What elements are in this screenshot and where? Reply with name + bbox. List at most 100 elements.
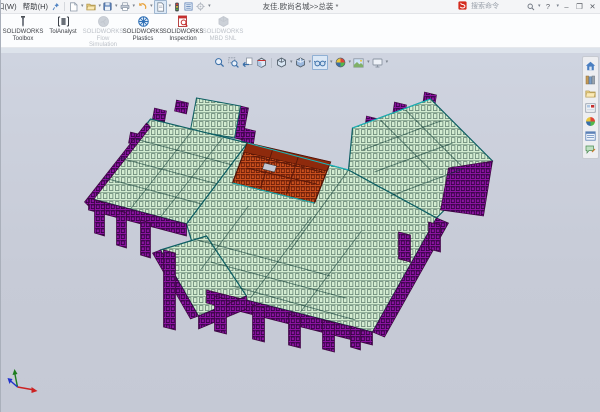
file-properties-button[interactable] xyxy=(183,1,194,13)
solidworks-window: 口(W) 帮助(H) ▾ ▾ ▾ ▾ ▾ ▾ xyxy=(0,0,600,412)
apply-scene-caret[interactable]: ▾ xyxy=(367,60,370,65)
model-3d-view[interactable] xyxy=(1,53,600,412)
titlebar-separator xyxy=(64,2,65,11)
command-manager: SOLIDWORKS Toolbox TolAnalyst SOLIDWORKS… xyxy=(1,13,600,48)
help-dropdown-caret[interactable]: ▾ xyxy=(556,4,559,9)
titlebar-right-controls: ▾ ? ▾ – ❐ ✕ xyxy=(458,1,600,12)
properties-window-icon xyxy=(585,131,596,141)
save-dropdown-caret[interactable]: ▾ xyxy=(115,4,118,9)
options-gear-button[interactable] xyxy=(195,1,206,13)
task-pane-toolbar xyxy=(582,56,599,159)
mbd-snl-icon xyxy=(217,15,230,28)
cm-label-line2: MBD SNL xyxy=(210,36,237,43)
tolanalyst-icon xyxy=(57,15,70,28)
previous-view-icon xyxy=(242,57,253,68)
apply-scene-button[interactable] xyxy=(352,56,365,69)
flow-simulation-icon xyxy=(97,15,110,28)
cm-button-flow-simulation: SOLIDWORKS Flow Simulation xyxy=(83,13,123,47)
previous-view-button[interactable] xyxy=(241,56,254,69)
print-button[interactable] xyxy=(119,1,131,13)
cm-label-line2: Flow Simulation xyxy=(83,36,123,49)
help-button[interactable]: ? xyxy=(542,2,553,11)
command-search-input[interactable] xyxy=(469,2,525,11)
search-dropdown-caret[interactable]: ▾ xyxy=(538,4,541,9)
home-icon xyxy=(585,61,596,71)
search-icon[interactable] xyxy=(527,3,535,11)
edit-appearance-icon xyxy=(335,57,346,68)
heads-up-view-toolbar: ▾ ▾ ▾ ▾ ▾ ▾ xyxy=(213,55,388,70)
command-manager-tab-strip xyxy=(1,48,600,53)
close-button[interactable]: ✕ xyxy=(587,2,598,11)
cm-label-line2: Toolbox xyxy=(13,36,34,43)
title-bar: 口(W) 帮助(H) ▾ ▾ ▾ ▾ ▾ ▾ xyxy=(1,0,600,14)
toolbox-icon xyxy=(17,15,29,28)
zoom-to-fit-icon xyxy=(214,57,225,68)
view-palette-button[interactable] xyxy=(585,102,597,113)
books-icon xyxy=(585,75,596,85)
save-button[interactable] xyxy=(102,1,113,13)
new-dropdown-caret[interactable]: ▾ xyxy=(81,4,84,9)
cm-button-mbd-snl: SOLIDWORKS MBD SNL xyxy=(203,13,243,47)
display-style-icon xyxy=(295,57,306,68)
view-settings-caret[interactable]: ▾ xyxy=(386,60,389,65)
cm-button-plastics[interactable]: SOLIDWORKS Plastics xyxy=(123,13,163,47)
solidworks-forum-button[interactable] xyxy=(585,144,597,155)
undo-button[interactable] xyxy=(136,1,148,13)
cm-button-solidworks-toolbox[interactable]: SOLIDWORKS Toolbox xyxy=(3,13,43,47)
restore-button[interactable]: ❐ xyxy=(574,2,585,11)
undo-dropdown-caret[interactable]: ▾ xyxy=(150,4,153,9)
hide-show-items-icon xyxy=(314,58,326,68)
cm-label-line2: Inspection xyxy=(169,36,196,43)
inspection-icon xyxy=(177,15,189,28)
display-style-button[interactable] xyxy=(294,56,307,69)
new-document-button[interactable] xyxy=(68,1,79,13)
appearances-scenes-button[interactable] xyxy=(585,116,597,127)
view-settings-button[interactable] xyxy=(371,56,384,69)
hud-separator xyxy=(271,58,272,68)
forum-chat-icon xyxy=(585,145,596,155)
options-dropdown-caret[interactable]: ▾ xyxy=(208,4,211,9)
cm-label-line1: TolAnalyst xyxy=(49,29,76,36)
zoom-to-area-button[interactable] xyxy=(227,56,240,69)
standard-toolbar: ▾ ▾ ▾ ▾ ▾ ▾ ▾ xyxy=(68,0,211,14)
view-orientation-icon xyxy=(276,57,287,68)
design-library-button[interactable] xyxy=(585,74,597,85)
rebuild-traffic-light-button[interactable] xyxy=(172,1,182,13)
print-dropdown-caret[interactable]: ▾ xyxy=(133,4,136,9)
zoom-to-area-icon xyxy=(228,57,239,68)
pin-menu-icon[interactable] xyxy=(51,1,61,13)
zoom-to-fit-button[interactable] xyxy=(213,56,226,69)
open-document-button[interactable] xyxy=(85,1,97,13)
appearance-sphere-icon xyxy=(585,116,596,127)
section-view-button[interactable] xyxy=(255,56,268,69)
custom-properties-button[interactable] xyxy=(585,130,597,141)
hide-show-items-caret[interactable]: ▾ xyxy=(330,60,333,65)
solidworks-logo-icon xyxy=(458,1,467,12)
hide-show-items-button[interactable] xyxy=(312,55,328,70)
graphics-viewport[interactable]: ▾ ▾ ▾ ▾ ▾ ▾ xyxy=(1,53,600,412)
edit-appearance-button[interactable] xyxy=(334,56,347,69)
cm-button-tolanalyst[interactable]: TolAnalyst xyxy=(43,13,83,47)
active-document-caret[interactable]: ▾ xyxy=(169,4,172,9)
display-style-caret[interactable]: ▾ xyxy=(309,60,312,65)
edit-appearance-caret[interactable]: ▾ xyxy=(349,60,352,65)
open-dropdown-caret[interactable]: ▾ xyxy=(99,4,102,9)
cm-button-inspection[interactable]: SOLIDWORKS Inspection xyxy=(163,13,203,47)
apply-scene-icon xyxy=(353,58,364,68)
file-explorer-button[interactable] xyxy=(585,88,597,99)
view-settings-icon xyxy=(372,58,383,68)
drawing-palette-icon xyxy=(585,103,596,113)
view-orientation-caret[interactable]: ▾ xyxy=(290,60,293,65)
section-view-icon xyxy=(256,57,267,68)
menu-help[interactable]: 帮助(H) xyxy=(20,1,51,12)
command-search: ▾ xyxy=(469,2,541,11)
plastics-icon xyxy=(137,15,150,28)
cm-label-line2: Plastics xyxy=(133,36,154,43)
view-orientation-button[interactable] xyxy=(275,56,288,69)
active-document-button[interactable] xyxy=(154,0,167,14)
reference-triad xyxy=(8,369,38,393)
minimize-button[interactable]: – xyxy=(561,2,572,11)
folder-icon xyxy=(585,89,596,98)
solidworks-resources-button[interactable] xyxy=(585,60,597,71)
menu-window[interactable]: 口(W) xyxy=(0,1,20,12)
